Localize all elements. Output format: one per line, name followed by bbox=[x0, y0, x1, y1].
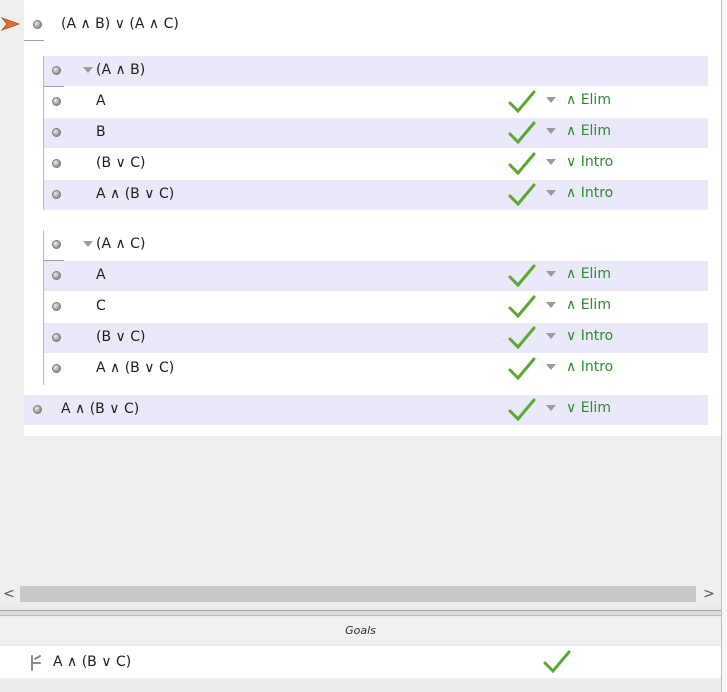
subproof-2-line-4[interactable]: A ∧ (B ∨ C) ∧ Intro bbox=[44, 354, 708, 384]
step-bullet-icon[interactable] bbox=[52, 190, 61, 199]
step-bullet-icon[interactable] bbox=[52, 302, 61, 311]
conclusion-formula[interactable]: A ∧ (B ∨ C) bbox=[61, 401, 139, 417]
subproof-1-line-1[interactable]: A ∧ Elim bbox=[44, 87, 708, 117]
check-icon bbox=[508, 121, 536, 145]
rule-label[interactable]: ∨ Intro bbox=[566, 328, 613, 344]
line-formula[interactable]: (B ∨ C) bbox=[96, 329, 145, 345]
step-bullet-icon[interactable] bbox=[52, 240, 61, 249]
split-pane-divider[interactable] bbox=[0, 610, 721, 616]
subproof-2-line-2[interactable]: C ∧ Elim bbox=[44, 292, 708, 322]
check-icon bbox=[508, 264, 536, 288]
focus-arrow-icon bbox=[1, 17, 21, 31]
subproof-2-line-1[interactable]: A ∧ Elim bbox=[44, 261, 708, 291]
line-formula[interactable]: A bbox=[96, 267, 106, 283]
rule-dropdown-icon[interactable] bbox=[546, 97, 556, 103]
rule-dropdown-icon[interactable] bbox=[546, 405, 556, 411]
step-bullet-icon[interactable] bbox=[33, 20, 42, 29]
collapse-triangle-icon[interactable] bbox=[83, 67, 93, 73]
rule-label[interactable]: ∧ Elim bbox=[566, 92, 611, 108]
subproof-1-assumption-row[interactable]: (A ∧ B) bbox=[44, 56, 708, 86]
rule-label[interactable]: ∨ Elim bbox=[566, 400, 611, 416]
check-icon bbox=[508, 90, 536, 114]
step-bullet-icon[interactable] bbox=[52, 271, 61, 280]
goal-turnstile-icon bbox=[31, 655, 41, 671]
check-icon bbox=[508, 357, 536, 381]
check-icon bbox=[508, 152, 536, 176]
rule-label[interactable]: ∧ Elim bbox=[566, 123, 611, 139]
line-formula[interactable]: C bbox=[96, 298, 106, 314]
check-icon bbox=[508, 183, 536, 207]
check-icon bbox=[508, 295, 536, 319]
check-icon bbox=[508, 398, 536, 422]
scroll-right-arrow[interactable]: > bbox=[700, 584, 718, 604]
horizontal-scrollbar[interactable]: < > bbox=[0, 584, 721, 604]
scroll-left-arrow[interactable]: < bbox=[0, 584, 18, 604]
check-icon bbox=[508, 326, 536, 350]
rule-dropdown-icon[interactable] bbox=[546, 302, 556, 308]
line-formula[interactable]: A ∧ (B ∨ C) bbox=[96, 186, 174, 202]
subproof-1-line-2[interactable]: B ∧ Elim bbox=[44, 118, 708, 148]
subproof-2-assumption[interactable]: (A ∧ C) bbox=[96, 236, 145, 252]
goal-formula: A ∧ (B ∨ C) bbox=[53, 654, 132, 670]
step-bullet-icon[interactable] bbox=[52, 66, 61, 75]
rule-label[interactable]: ∨ Intro bbox=[566, 154, 613, 170]
rule-dropdown-icon[interactable] bbox=[546, 190, 556, 196]
line-formula[interactable]: A bbox=[96, 93, 106, 109]
rule-dropdown-icon[interactable] bbox=[546, 159, 556, 165]
scrollbar-thumb[interactable] bbox=[20, 586, 696, 602]
subproof-2-line-3[interactable]: (B ∨ C) ∨ Intro bbox=[44, 323, 708, 353]
line-formula[interactable]: A ∧ (B ∨ C) bbox=[96, 360, 174, 376]
step-bullet-icon[interactable] bbox=[52, 159, 61, 168]
rule-label[interactable]: ∧ Intro bbox=[566, 185, 613, 201]
proof-area[interactable]: (A ∧ B) ∨ (A ∧ C) (A ∧ B) A ∧ Elim B ∧ E… bbox=[0, 0, 721, 582]
step-bullet-icon[interactable] bbox=[52, 97, 61, 106]
premise-row[interactable]: (A ∧ B) ∨ (A ∧ C) bbox=[24, 10, 721, 40]
premise-formula[interactable]: (A ∧ B) ∨ (A ∧ C) bbox=[61, 16, 179, 32]
step-bullet-icon[interactable] bbox=[52, 128, 61, 137]
subproof-1-line-4[interactable]: A ∧ (B ∨ C) ∧ Intro bbox=[44, 180, 708, 210]
goal-item[interactable]: A ∧ (B ∨ C) bbox=[0, 646, 721, 678]
step-bullet-icon[interactable] bbox=[52, 333, 61, 342]
subproof-2-assumption-row[interactable]: (A ∧ C) bbox=[44, 230, 708, 260]
step-bullet-icon[interactable] bbox=[33, 405, 42, 414]
goals-header: Goals bbox=[0, 618, 721, 644]
conclusion-row[interactable]: A ∧ (B ∨ C) ∨ Elim bbox=[24, 395, 708, 425]
rule-dropdown-icon[interactable] bbox=[546, 333, 556, 339]
rule-label[interactable]: ∧ Intro bbox=[566, 359, 613, 375]
window-right-edge bbox=[721, 0, 727, 692]
collapse-triangle-icon[interactable] bbox=[83, 241, 93, 247]
line-formula[interactable]: B bbox=[96, 124, 106, 140]
line-formula[interactable]: (B ∨ C) bbox=[96, 155, 145, 171]
subproof-1-line-3[interactable]: (B ∨ C) ∨ Intro bbox=[44, 149, 708, 179]
rule-dropdown-icon[interactable] bbox=[546, 128, 556, 134]
premise-separator bbox=[24, 40, 44, 41]
subproof-1-assumption[interactable]: (A ∧ B) bbox=[96, 62, 145, 78]
rule-dropdown-icon[interactable] bbox=[546, 364, 556, 370]
rule-label[interactable]: ∧ Elim bbox=[566, 266, 611, 282]
step-bullet-icon[interactable] bbox=[52, 364, 61, 373]
rule-dropdown-icon[interactable] bbox=[546, 271, 556, 277]
check-icon bbox=[543, 650, 571, 674]
rule-label[interactable]: ∧ Elim bbox=[566, 297, 611, 313]
